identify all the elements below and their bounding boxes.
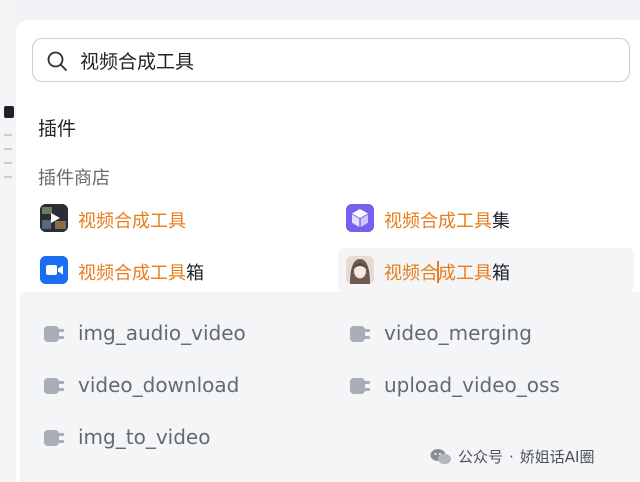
plugin-plug-icon <box>350 378 370 394</box>
tool-label: video_merging <box>384 321 532 345</box>
background-line <box>4 148 12 150</box>
plugin-card-video-composer-set[interactable]: 视频合成工具集 <box>338 198 634 240</box>
plugin-label: 视频合成工具箱 <box>78 263 204 284</box>
video-camera-icon <box>40 256 68 284</box>
video-play-icon <box>40 204 68 232</box>
plugin-label: 视频合成工具箱 <box>384 261 510 284</box>
background-line <box>4 162 12 164</box>
plugin-label: 视频合成工具 <box>78 211 186 232</box>
plugin-plug-icon <box>44 378 64 394</box>
wechat-icon <box>430 448 451 464</box>
tool-label: img_to_video <box>78 425 211 449</box>
plugin-plug-icon <box>44 430 64 446</box>
plugin-card-video-composer-box-anime[interactable]: 视频合成工具箱 <box>338 248 634 292</box>
watermark-text: 公众号 <box>458 448 504 466</box>
background-app-icon <box>4 106 14 118</box>
plugin-plug-icon <box>44 326 64 342</box>
background-line <box>4 134 12 136</box>
search-icon <box>47 51 67 71</box>
tool-label: video_download <box>78 373 240 397</box>
section-title-plugin-store: 插件商店 <box>38 168 110 189</box>
watermark: 公众号 · 娇姐话AI圈 <box>430 446 600 467</box>
anime-avatar-icon <box>346 256 374 284</box>
watermark-author: 娇姐话AI圈 <box>519 448 595 466</box>
cube-icon <box>346 204 374 232</box>
background-line <box>4 176 12 178</box>
section-title-plugins: 插件 <box>38 118 77 140</box>
tool-label: img_audio_video <box>78 321 246 345</box>
search-input[interactable] <box>80 39 610 81</box>
plugin-search-panel: 插件 插件商店 视频合成工具 视频合成工具集 <box>16 20 640 482</box>
plugin-card-video-composer-box[interactable]: 视频合成工具箱 <box>32 250 332 292</box>
plugin-label: 视频合成工具集 <box>384 211 510 232</box>
background-sidebar <box>0 0 16 482</box>
tool-label: upload_video_oss <box>384 373 560 397</box>
watermark-dot: · <box>509 447 514 466</box>
plugin-card-video-composer[interactable]: 视频合成工具 <box>32 198 332 240</box>
search-box[interactable] <box>32 38 630 82</box>
plugin-plug-icon <box>350 326 370 342</box>
